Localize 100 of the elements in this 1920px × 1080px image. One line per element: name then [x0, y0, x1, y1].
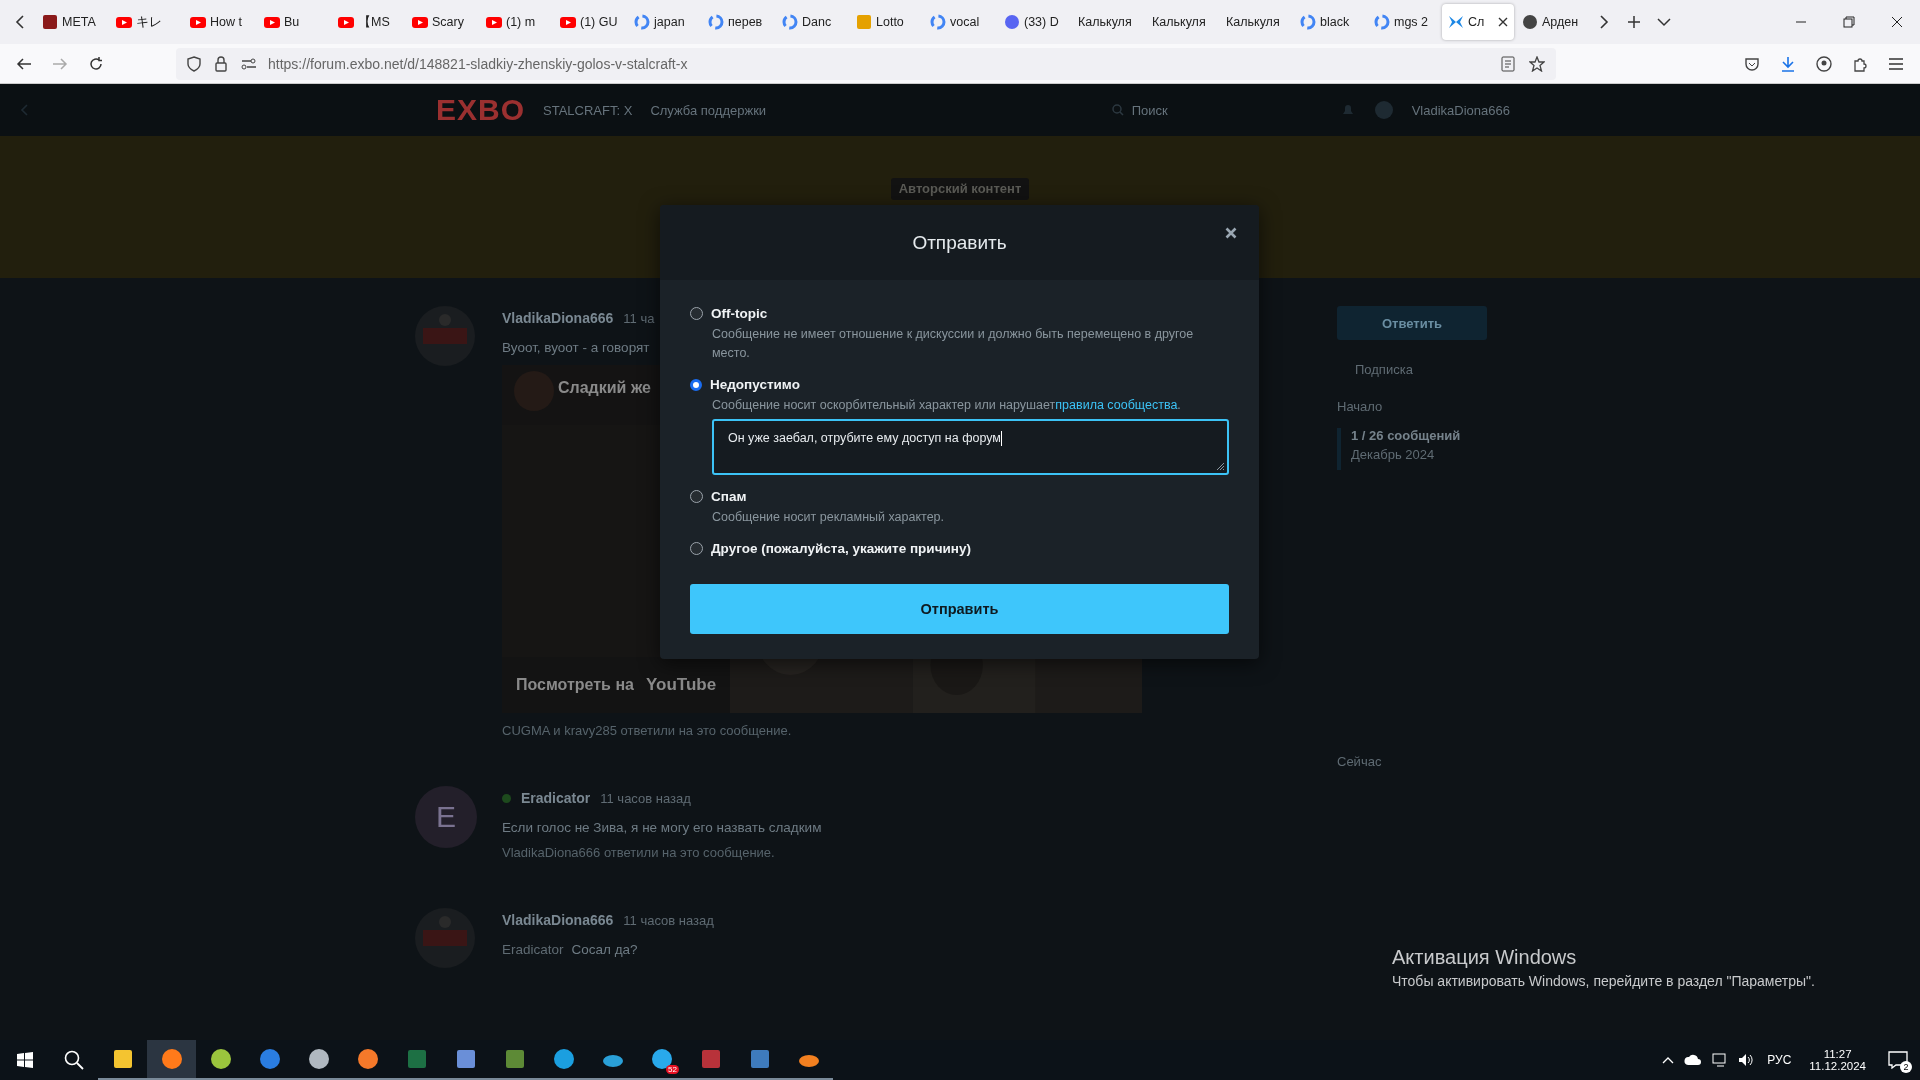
favicon-icon: [264, 14, 280, 30]
option-description: Сообщение носит рекламный характер.: [712, 509, 945, 526]
browser-tab[interactable]: Сл: [1442, 4, 1514, 40]
browser-tab[interactable]: mgs 2: [1368, 4, 1440, 40]
browser-tab[interactable]: Danc: [776, 4, 848, 40]
tab-title: Bu: [284, 15, 300, 29]
tab-title: japan: [654, 15, 685, 29]
post-time: 11 часов назад: [600, 790, 691, 806]
reason-field[interactable]: Он уже заебал, отрубите ему доступ на форум: [712, 419, 1229, 475]
nav-link[interactable]: Служба поддержки: [650, 102, 767, 118]
radio-button[interactable]: [690, 490, 703, 503]
tab-title: перев: [728, 15, 763, 29]
post-text: Если голос не Зива, я не могу его назвать сладким: [502, 820, 822, 835]
post-time: 11 часов назад: [623, 912, 714, 928]
activation-text: Чтобы активировать Windows, перейдите в раздел "Параметры".: [1392, 973, 1815, 989]
browser-tab[interactable]: Scary: [406, 4, 478, 40]
submit-button[interactable]: Отправить: [690, 584, 1229, 634]
browser-tab[interactable]: Калькуля: [1220, 4, 1292, 40]
browser-tab[interactable]: (1) m: [480, 4, 552, 40]
post-text: Сосал да?: [571, 942, 638, 957]
browser-tab[interactable]: 【MS: [332, 4, 404, 40]
tab-title: How t: [210, 15, 242, 29]
tab-title: mgs 2: [1394, 15, 1429, 29]
browser-tab[interactable]: META: [36, 4, 108, 40]
tab-title: (1) m: [506, 15, 536, 29]
bookmark-star-icon[interactable]: [1526, 55, 1548, 72]
option-label[interactable]: Недопустимо: [710, 377, 800, 392]
favicon-icon: [116, 14, 132, 30]
browser-tab[interactable]: black: [1294, 4, 1366, 40]
browser-tab[interactable]: (1) GU: [554, 4, 626, 40]
tab-title: black: [1320, 15, 1350, 29]
tab-title: vocal: [950, 15, 980, 29]
close-icon[interactable]: [1225, 227, 1237, 239]
browser-tab[interactable]: Калькуля: [1146, 4, 1218, 40]
tab-title: Danc: [802, 15, 832, 29]
content-tag: Авторский контент: [890, 178, 1030, 200]
favicon-icon: [560, 14, 576, 30]
tab-title: (33) D: [1024, 15, 1059, 29]
clock[interactable]: 11:27 11.12.2024: [1799, 1048, 1876, 1072]
taskbar-button[interactable]: [147, 1040, 196, 1080]
post-date: Декабрь 2024: [1351, 447, 1436, 462]
tab-title: Scary: [432, 15, 464, 29]
tab-title: (1) GU: [580, 15, 618, 29]
option-label[interactable]: Off-topic: [711, 306, 768, 321]
browser-tab[interactable]: Калькуля: [1072, 4, 1144, 40]
author-name[interactable]: Eradicator: [521, 790, 591, 806]
favicon-icon: [42, 14, 58, 30]
taskbar-button[interactable]: 52: [637, 1040, 686, 1080]
favicon-icon: [930, 14, 946, 30]
app-icon: [356, 1048, 379, 1070]
search-field[interactable]: Поиск: [1111, 102, 1322, 118]
browser-tab[interactable]: vocal: [924, 4, 996, 40]
close-tab-icon[interactable]: [1498, 17, 1508, 27]
app-icon: [405, 1048, 428, 1070]
tab-title: Калькуля: [1152, 15, 1206, 29]
radio-button[interactable]: [690, 378, 702, 391]
browser-tab[interactable]: japan: [628, 4, 700, 40]
tab-title: Lotto: [876, 15, 904, 29]
app-icon: [258, 1048, 281, 1070]
option-description: Сообщение носит оскорбительный характер или нарушаетправила сообщества.: [712, 397, 1182, 414]
browser-tab[interactable]: перев: [702, 4, 774, 40]
radio-button[interactable]: [690, 307, 703, 320]
favicon-icon: [1300, 14, 1316, 30]
address-bar[interactable]: https://forum.exbo.net/d/148821-sladkiy-zhenskiy-golos-v-stalcraft-x: [176, 47, 1556, 80]
option-label[interactable]: Спам: [711, 489, 747, 504]
resize-grip-icon[interactable]: [1216, 462, 1225, 471]
app-icon: [307, 1048, 330, 1070]
user-avatar: E: [415, 786, 477, 848]
author-name[interactable]: VladikaDiona666: [502, 912, 614, 928]
favicon-icon: [486, 14, 502, 30]
favicon-icon: [190, 14, 206, 30]
language-indicator[interactable]: РУС: [1759, 1053, 1800, 1067]
tab-title: Калькуля: [1226, 15, 1280, 29]
activation-title: Активация Windows: [1392, 946, 1578, 969]
reply-button[interactable]: Ответить: [1337, 306, 1487, 340]
option-label[interactable]: Другое (пожалуйста, укажите причину): [711, 541, 971, 556]
nav-link[interactable]: STALCRAFT: X: [543, 102, 633, 118]
post-text: Вуоот, вуоот - а говорят: [502, 340, 650, 355]
app-icon: [209, 1048, 232, 1070]
app-icon: [699, 1048, 722, 1070]
shield-icon[interactable]: [184, 55, 204, 72]
tab-title: Арден: [1542, 15, 1579, 29]
lock-icon[interactable]: [212, 55, 230, 72]
user-name[interactable]: VladikaDiona666: [1411, 102, 1510, 118]
browser-tab[interactable]: キレ: [110, 4, 182, 40]
browser-tab[interactable]: Арден: [1516, 4, 1588, 40]
url-text: https://forum.exbo.net/d/148821-sladkiy-zhenskiy-golos-v-stalcraft-x: [268, 55, 688, 72]
favicon-icon: [856, 14, 872, 30]
app-icon: [748, 1048, 771, 1070]
radio-button[interactable]: [690, 542, 703, 555]
browser-tab[interactable]: Lotto: [850, 4, 922, 40]
favicon-icon: [782, 14, 798, 30]
browser-tab[interactable]: Bu: [258, 4, 330, 40]
app-icon: [454, 1048, 477, 1070]
author-name[interactable]: VladikaDiona666: [502, 310, 614, 326]
app-icon: [111, 1048, 134, 1070]
favicon-icon: [1522, 14, 1538, 30]
browser-tab[interactable]: (33) D: [998, 4, 1070, 40]
favicon-icon: [1374, 14, 1390, 30]
browser-tab[interactable]: How t: [184, 4, 256, 40]
